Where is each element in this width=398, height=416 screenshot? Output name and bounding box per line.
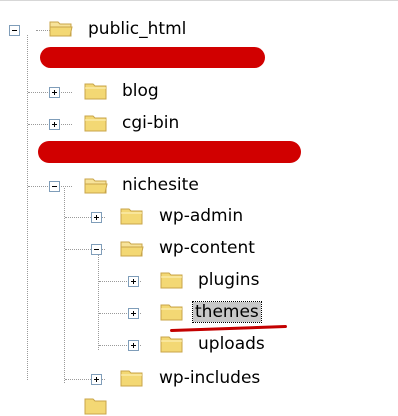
tree-branch-root	[36, 30, 50, 31]
folder-icon	[84, 83, 107, 100]
redaction-mark	[38, 141, 301, 163]
folder-label-blog[interactable]: blog	[120, 81, 161, 101]
folder-icon	[160, 304, 183, 321]
folder-icon	[120, 370, 143, 387]
folder-label-nichesite[interactable]: nichesite	[120, 175, 201, 195]
collapse-toggle[interactable]	[49, 181, 60, 192]
folder-label-plugins[interactable]: plugins	[196, 270, 261, 290]
open-folder-icon	[49, 21, 73, 37]
expand-toggle[interactable]	[128, 340, 139, 351]
panel-top-border	[0, 0, 398, 1]
folder-tree: public_html blog cgi-bin nichesite wp-ad…	[0, 0, 398, 415]
expand-toggle[interactable]	[91, 374, 102, 385]
tree-line-wp-content	[98, 255, 99, 350]
folder-label-uploads[interactable]: uploads	[196, 334, 267, 354]
folder-icon	[84, 115, 107, 132]
open-folder-icon	[120, 241, 144, 257]
folder-label-public-html[interactable]: public_html	[86, 19, 188, 39]
folder-icon	[160, 272, 183, 289]
annotation-underline	[169, 324, 288, 333]
folder-label-wp-content[interactable]: wp-content	[157, 238, 257, 258]
open-folder-icon	[84, 178, 108, 194]
redaction-mark	[40, 47, 265, 68]
expand-toggle[interactable]	[49, 119, 60, 130]
expand-toggle[interactable]	[91, 212, 102, 223]
expand-toggle[interactable]	[128, 276, 139, 287]
tree-line-root	[27, 35, 28, 380]
expand-toggle[interactable]	[49, 87, 60, 98]
folder-label-wp-includes[interactable]: wp-includes	[157, 368, 262, 388]
folder-icon	[84, 398, 107, 415]
folder-icon	[120, 208, 143, 225]
expand-toggle[interactable]	[128, 308, 139, 319]
folder-label-wp-admin[interactable]: wp-admin	[157, 206, 245, 226]
folder-label-cgi-bin[interactable]: cgi-bin	[120, 113, 181, 133]
folder-label-themes[interactable]: themes	[192, 301, 262, 323]
folder-icon	[160, 336, 183, 353]
collapse-toggle[interactable]	[91, 244, 102, 255]
collapse-toggle[interactable]	[9, 25, 20, 36]
